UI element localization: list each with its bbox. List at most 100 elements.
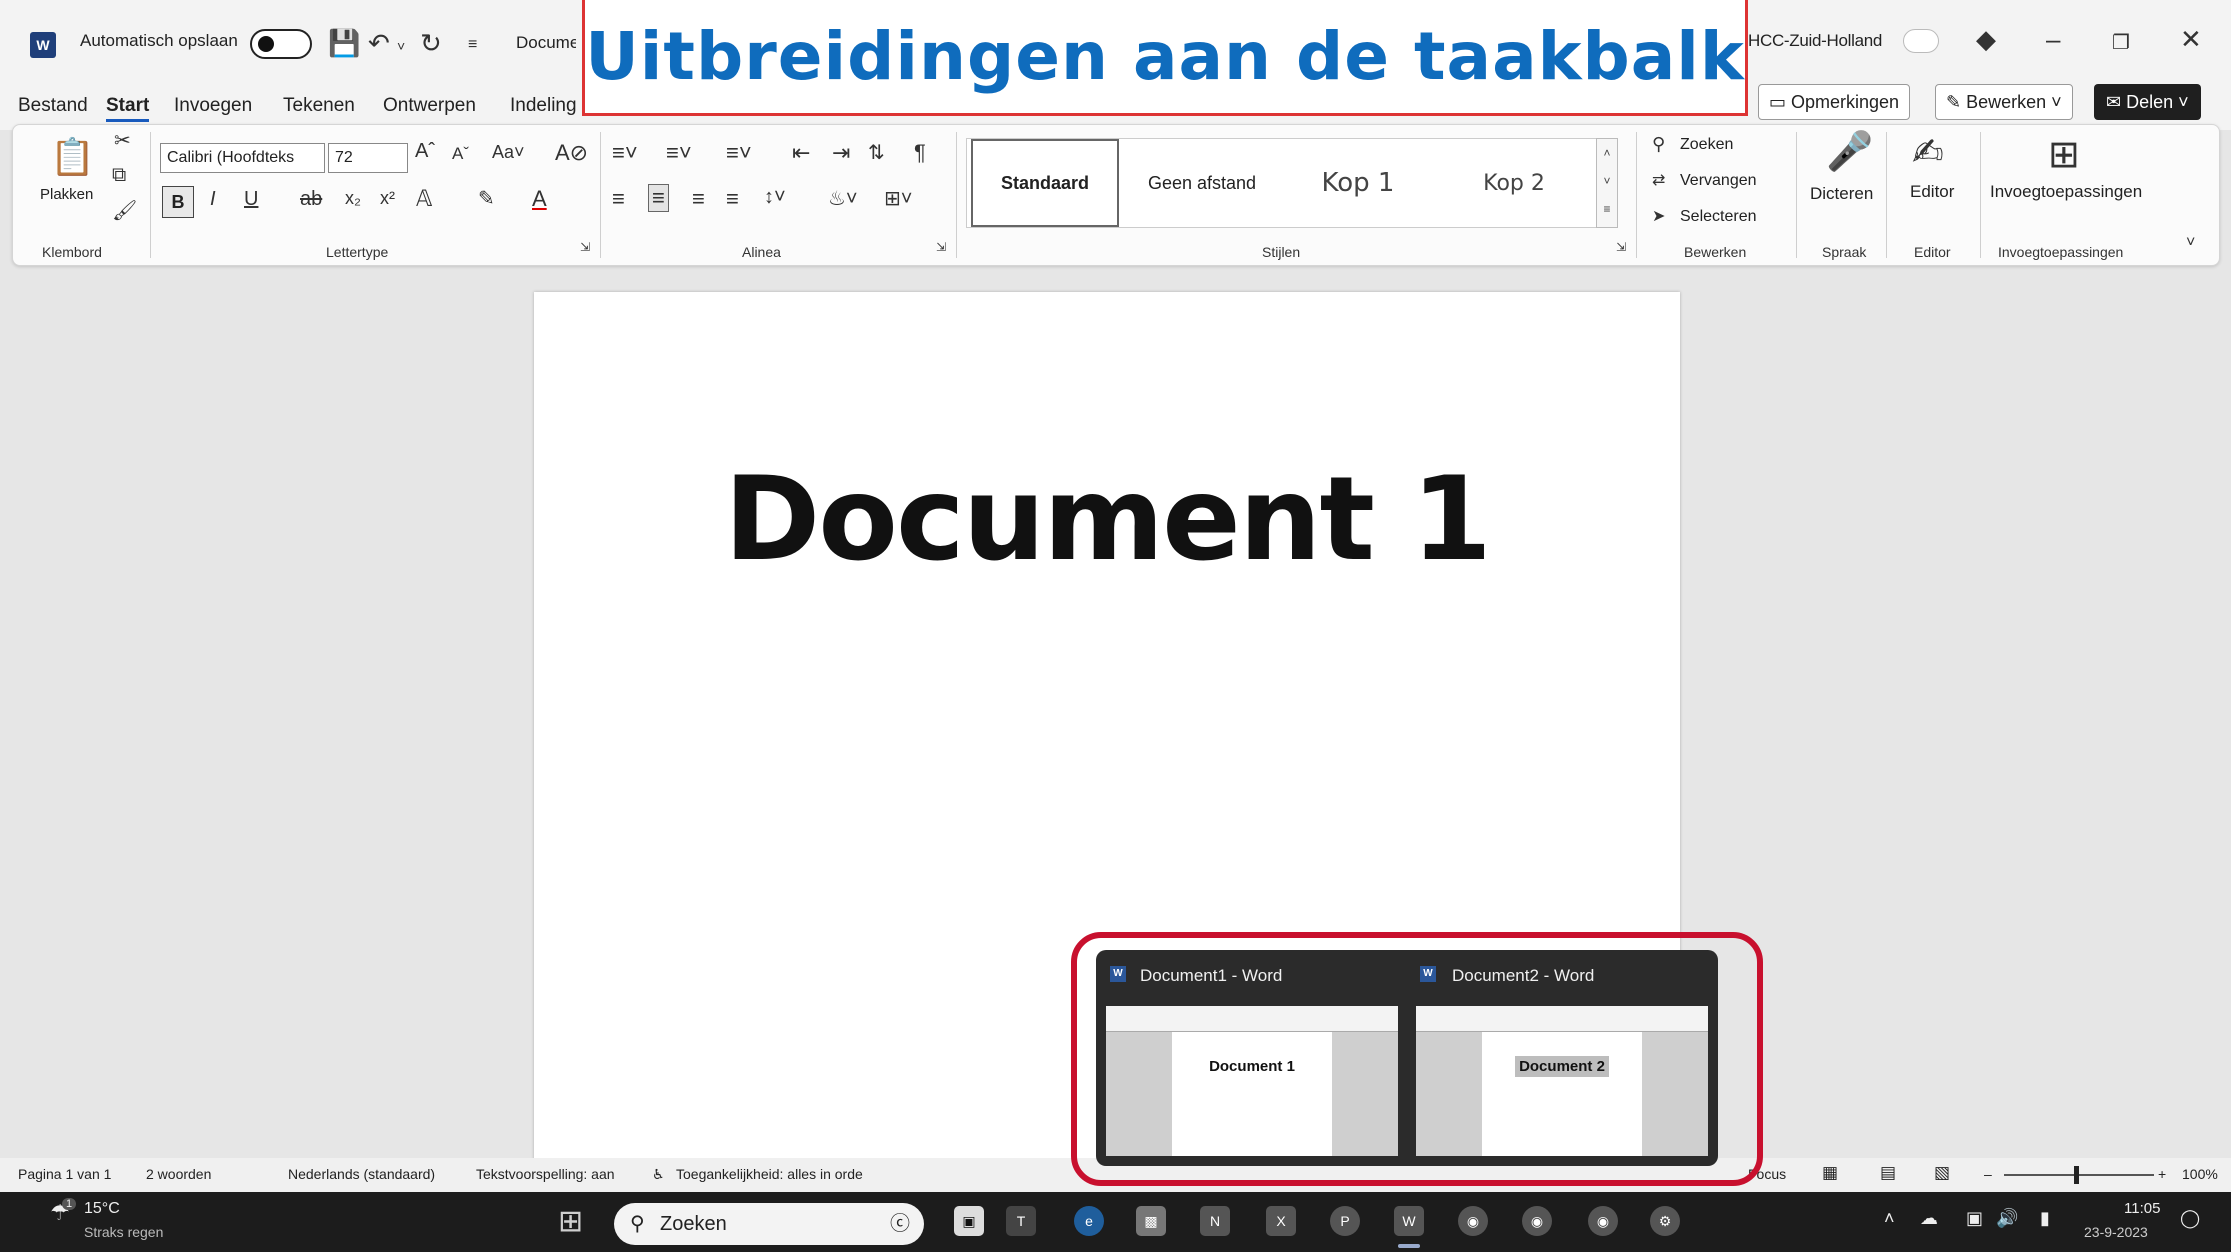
paragraph-dialog-icon[interactable]: ⇲ [936, 240, 946, 254]
grow-font-icon[interactable]: Aˆ [415, 140, 435, 163]
decrease-indent-icon[interactable]: ⇤ [792, 140, 810, 166]
powerpoint-icon[interactable]: P [1330, 1206, 1360, 1236]
select-button[interactable]: Selecteren [1680, 208, 1757, 226]
status-accessibility[interactable]: Toegankelijkheid: alles in orde [676, 1166, 863, 1182]
network-icon[interactable]: ▣ [1966, 1208, 1983, 1229]
align-right-icon[interactable]: ≡ [692, 186, 705, 212]
comments-button[interactable]: ▭ Opmerkingen [1758, 84, 1911, 120]
weather-temperature[interactable]: 15°C [84, 1200, 120, 1218]
zoom-slider-thumb[interactable] [2074, 1166, 2079, 1184]
close-icon[interactable]: ✕ [2180, 24, 2202, 55]
paste-icon[interactable]: 📋 [50, 136, 95, 178]
find-button[interactable]: Zoeken [1680, 136, 1733, 154]
styles-dialog-icon[interactable]: ⇲ [1616, 240, 1626, 254]
undo-icon[interactable]: ↶ [368, 28, 390, 59]
chevron-up-icon[interactable]: ˄ [1884, 1208, 1895, 1229]
minimize-icon[interactable]: – [2046, 24, 2060, 55]
bullets-icon[interactable]: ≡˅ [612, 140, 638, 166]
addins-icon[interactable]: ⊞ [2048, 132, 2080, 177]
teams-icon[interactable]: T [1006, 1206, 1036, 1236]
organization-label[interactable]: HCC-Zuid-Holland [1748, 31, 1882, 51]
editor-button[interactable]: Editor [1910, 182, 1954, 202]
status-language[interactable]: Nederlands (standaard) [288, 1166, 435, 1182]
tab-invoegen[interactable]: Invoegen [174, 95, 252, 117]
zoom-slider[interactable] [2004, 1174, 2154, 1176]
battery-icon[interactable]: ▮ [2040, 1208, 2050, 1229]
line-spacing-icon[interactable]: ↕˅ [764, 186, 786, 209]
task-view-icon[interactable]: ▣ [954, 1206, 984, 1236]
italic-icon[interactable]: I [210, 188, 216, 211]
multilevel-list-icon[interactable]: ≡˅ [726, 140, 752, 166]
superscript-icon[interactable]: x² [380, 188, 395, 209]
tab-tekenen[interactable]: Tekenen [283, 95, 355, 117]
tab-ontwerpen[interactable]: Ontwerpen [383, 95, 476, 117]
numbering-icon[interactable]: ≡˅ [666, 140, 692, 166]
copy-icon[interactable]: ⧉ [112, 164, 126, 187]
zoom-out-icon[interactable]: – [1984, 1166, 1992, 1182]
redo-icon[interactable]: ↻ [420, 28, 442, 59]
style-standaard[interactable]: Standaard [971, 139, 1119, 227]
search-input[interactable]: ⚲ Zoeken ⓒ [614, 1203, 924, 1245]
app-icon[interactable]: ◉ [1458, 1206, 1488, 1236]
status-words[interactable]: 2 woorden [146, 1166, 211, 1182]
replace-button[interactable]: Vervangen [1680, 172, 1757, 190]
shading-icon[interactable]: ♨˅ [828, 186, 858, 211]
clock-time[interactable]: 11:05 [2124, 1200, 2160, 1217]
font-name-input[interactable]: Calibri (Hoofdteks [160, 143, 325, 173]
onenote-icon[interactable]: N [1200, 1206, 1230, 1236]
align-center-icon[interactable]: ≡ [648, 184, 669, 212]
sort-icon[interactable]: ⇅ [868, 140, 885, 165]
excel-icon[interactable]: X [1266, 1206, 1296, 1236]
justify-icon[interactable]: ≡ [726, 186, 739, 212]
cloud-icon[interactable]: ☁ [1920, 1208, 1938, 1229]
zoom-level[interactable]: 100% [2182, 1166, 2218, 1182]
volume-icon[interactable]: 🔊 [1996, 1208, 2018, 1229]
print-layout-icon[interactable]: ▤ [1880, 1163, 1896, 1183]
zoom-in-icon[interactable]: + [2158, 1166, 2166, 1182]
status-page[interactable]: Pagina 1 van 1 [18, 1166, 111, 1182]
tab-indeling[interactable]: Indeling [510, 95, 577, 117]
tab-start[interactable]: Start [106, 95, 150, 122]
highlight-icon[interactable]: ✎ [478, 186, 495, 211]
undo-dropdown-icon[interactable]: ˅ [397, 38, 405, 54]
bold-button[interactable]: B [162, 186, 194, 218]
app-icon[interactable]: ◉ [1588, 1206, 1618, 1236]
file-explorer-icon[interactable]: ▩ [1136, 1206, 1166, 1236]
style-kop-1[interactable]: Kop 1 [1283, 139, 1433, 227]
strikethrough-icon[interactable]: ab [300, 188, 322, 211]
font-size-input[interactable]: 72 [328, 143, 408, 173]
text-effects-icon[interactable]: 𝔸 [416, 186, 432, 212]
customize-icon[interactable]: ≡ [468, 36, 477, 54]
restore-icon[interactable]: ❐ [2112, 30, 2130, 55]
collapse-ribbon-icon[interactable]: ˅ [2186, 234, 2195, 252]
notifications-icon[interactable]: ◯ [2180, 1208, 2200, 1229]
app-icon[interactable]: ◉ [1522, 1206, 1552, 1236]
clear-format-icon[interactable]: A⊘ [555, 140, 588, 166]
dictate-button[interactable]: Dicteren [1810, 184, 1873, 204]
settings-icon[interactable]: ⚙ [1650, 1206, 1680, 1236]
style-kop-2[interactable]: Kop 2 [1439, 139, 1589, 227]
font-dialog-icon[interactable]: ⇲ [580, 240, 590, 254]
start-icon[interactable]: ⊞ [558, 1204, 583, 1239]
cut-icon[interactable]: ✂ [114, 128, 131, 153]
change-case-icon[interactable]: Aa˅ [492, 142, 525, 163]
editor-icon[interactable]: ✍ [1912, 130, 1944, 175]
increase-indent-icon[interactable]: ⇥ [832, 140, 850, 166]
shrink-font-icon[interactable]: Aˇ [452, 144, 469, 164]
subscript-icon[interactable]: x₂ [345, 188, 361, 209]
format-painter-icon[interactable]: 🖌 [112, 198, 137, 223]
edge-icon[interactable]: e [1074, 1206, 1104, 1236]
clock-date[interactable]: 23-9-2023 [2084, 1224, 2148, 1240]
borders-icon[interactable]: ⊞˅ [884, 186, 912, 211]
edit-mode-button[interactable]: ✎ Bewerken ˅ [1935, 84, 2073, 120]
read-mode-icon[interactable]: ▦ [1822, 1163, 1838, 1183]
microphone-icon[interactable]: 🎤 [1826, 130, 1873, 174]
styles-scroll[interactable]: ˄ ˅ ≡ [1596, 138, 1618, 228]
autosave-toggle[interactable] [250, 29, 312, 59]
word-taskbar-icon[interactable]: W [1394, 1206, 1424, 1236]
save-icon[interactable]: 💾 [328, 28, 360, 59]
tab-bestand[interactable]: Bestand [18, 95, 88, 117]
font-color-icon[interactable]: A [532, 186, 547, 212]
pilcrow-icon[interactable]: ¶ [914, 140, 926, 166]
style-geen-afstand[interactable]: Geen afstand [1127, 139, 1277, 227]
